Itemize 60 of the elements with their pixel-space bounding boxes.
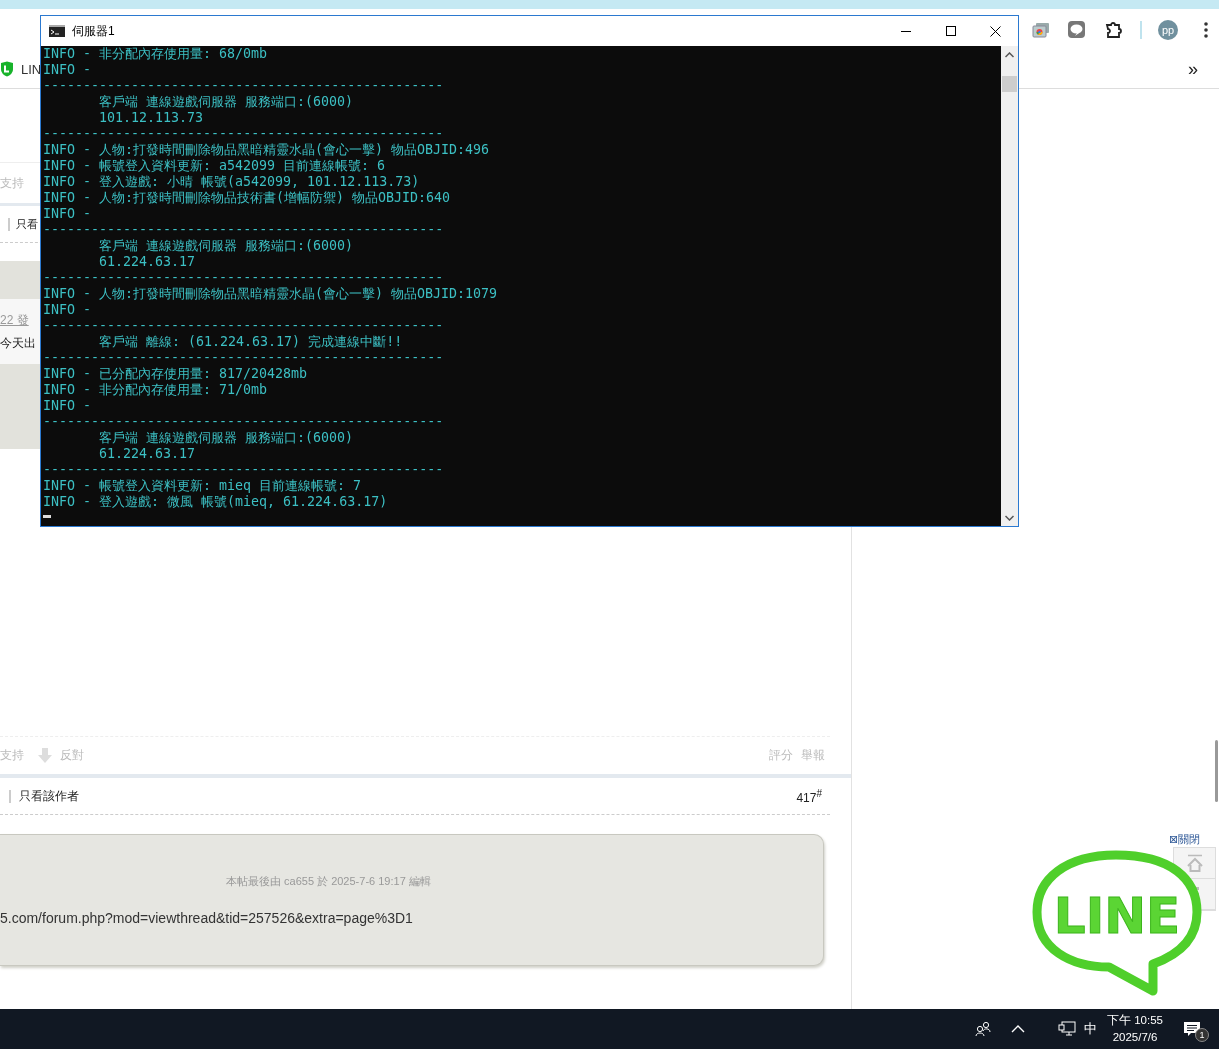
maximize-icon	[945, 26, 956, 36]
console-line: 61.224.63.17	[98, 254, 197, 270]
network-icon[interactable]	[1058, 1021, 1076, 1037]
console-icon	[49, 25, 65, 37]
notification-badge: 1	[1195, 1028, 1209, 1042]
minimize-icon	[900, 30, 911, 32]
post-time: 22 發	[0, 311, 29, 329]
console-line: INFO -	[43, 302, 93, 318]
edit-note: 本帖最後由 ca655 於 2025-7-6 19:17 編輯	[226, 874, 431, 889]
console-line: INFO - 登入遊戲: 微風 帳號(mieq, 61.224.63.17)	[43, 494, 389, 510]
console-line: INFO - 非分配內存使用量: 71/0mb	[43, 382, 269, 398]
puzzle-icon[interactable]	[1105, 20, 1123, 39]
console-line: 客戶端 離線: (61.224.63.17) 完成連線中斷!!	[98, 334, 404, 350]
scroll-down-icon[interactable]	[1005, 515, 1014, 521]
console-line: 客戶端 連線遊戲伺服器 服務端口:(6000)	[98, 238, 355, 254]
window-title: 伺服器1	[72, 22, 115, 40]
author-filter-link[interactable]: 只看	[16, 216, 38, 232]
console-line: INFO - 登入遊戲: 小晴 帳號(a542099, 101.12.113.73)	[43, 174, 421, 190]
console-line: INFO -	[43, 62, 93, 78]
console-line: --------------------------------------------------	[43, 270, 445, 286]
console-line: INFO -	[43, 206, 93, 222]
console-line: --------------------------------------------------	[43, 318, 445, 334]
chat-bubble-icon[interactable]	[1068, 21, 1085, 38]
windows-icon[interactable]	[1032, 21, 1050, 38]
console-line: INFO -	[43, 398, 93, 414]
clock[interactable]: 下午 10:55 2025/7/6	[1107, 1012, 1163, 1046]
console-line: 101.12.113.73	[98, 110, 205, 126]
console-line: INFO - 非分配內存使用量: 68/0mb	[43, 46, 269, 62]
bookmark-label[interactable]: LIN	[21, 61, 42, 77]
floor-number: 417$^{#}$	[796, 787, 822, 805]
console-line: 客戶端 連線遊戲伺服器 服務端口:(6000)	[98, 430, 355, 446]
console-line: INFO - 已分配內存使用量: 817/20428mb	[43, 366, 309, 382]
more-bookmarks-button[interactable]: »	[1188, 58, 1198, 80]
scrollbar-thumb[interactable]	[1002, 76, 1017, 92]
console-line: INFO - 帳號登入資料更新: a542099 目前連線帳號: 6	[43, 158, 387, 174]
console-line: --------------------------------------------------	[43, 414, 445, 430]
console-line: --------------------------------------------------	[43, 78, 445, 94]
chevron-up-icon[interactable]	[1011, 1025, 1025, 1033]
notification-icon[interactable]	[1183, 1021, 1201, 1037]
close-ad-link[interactable]: ⊠關閉	[1169, 833, 1201, 845]
author-filter-link[interactable]: 只看該作者	[19, 787, 79, 805]
console-line: --------------------------------------------------	[43, 462, 445, 478]
scroll-up-icon[interactable]	[1005, 52, 1014, 58]
thread-link[interactable]: 5.com/forum.php?mod=viewthread&tid=257526&extra=page%3D1	[0, 910, 413, 926]
console-line: INFO - 人物:打發時間刪除物品黑暗精靈水晶(會心一擊) 物品OBJID:1079	[43, 286, 499, 302]
console-line: INFO - 帳號登入資料更新: mieq 目前連線帳號: 7	[43, 478, 363, 494]
input-method-indicator[interactable]: 中	[1084, 1020, 1097, 1038]
menu-icon[interactable]	[1204, 21, 1208, 38]
console-line: 61.224.63.17	[98, 446, 197, 462]
people-icon[interactable]	[975, 1021, 991, 1037]
post-text: 今天出	[0, 334, 36, 352]
console-line: --------------------------------------------------	[43, 126, 445, 142]
console-line: INFO - 人物:打發時間刪除物品技術書(增幅防禦) 物品OBJID:640	[43, 190, 452, 206]
text-cursor	[43, 515, 51, 518]
console-line: --------------------------------------------------	[43, 350, 445, 366]
console-line: INFO - 人物:打發時間刪除物品黑暗精靈水晶(會心一擊) 物品OBJID:496	[43, 142, 491, 158]
close-icon	[990, 25, 1001, 37]
console-line: 客戶端 連線遊戲伺服器 服務端口:(6000)	[98, 94, 355, 110]
page-scrollbar-thumb[interactable]	[1215, 740, 1218, 802]
console-line: --------------------------------------------------	[43, 222, 445, 238]
